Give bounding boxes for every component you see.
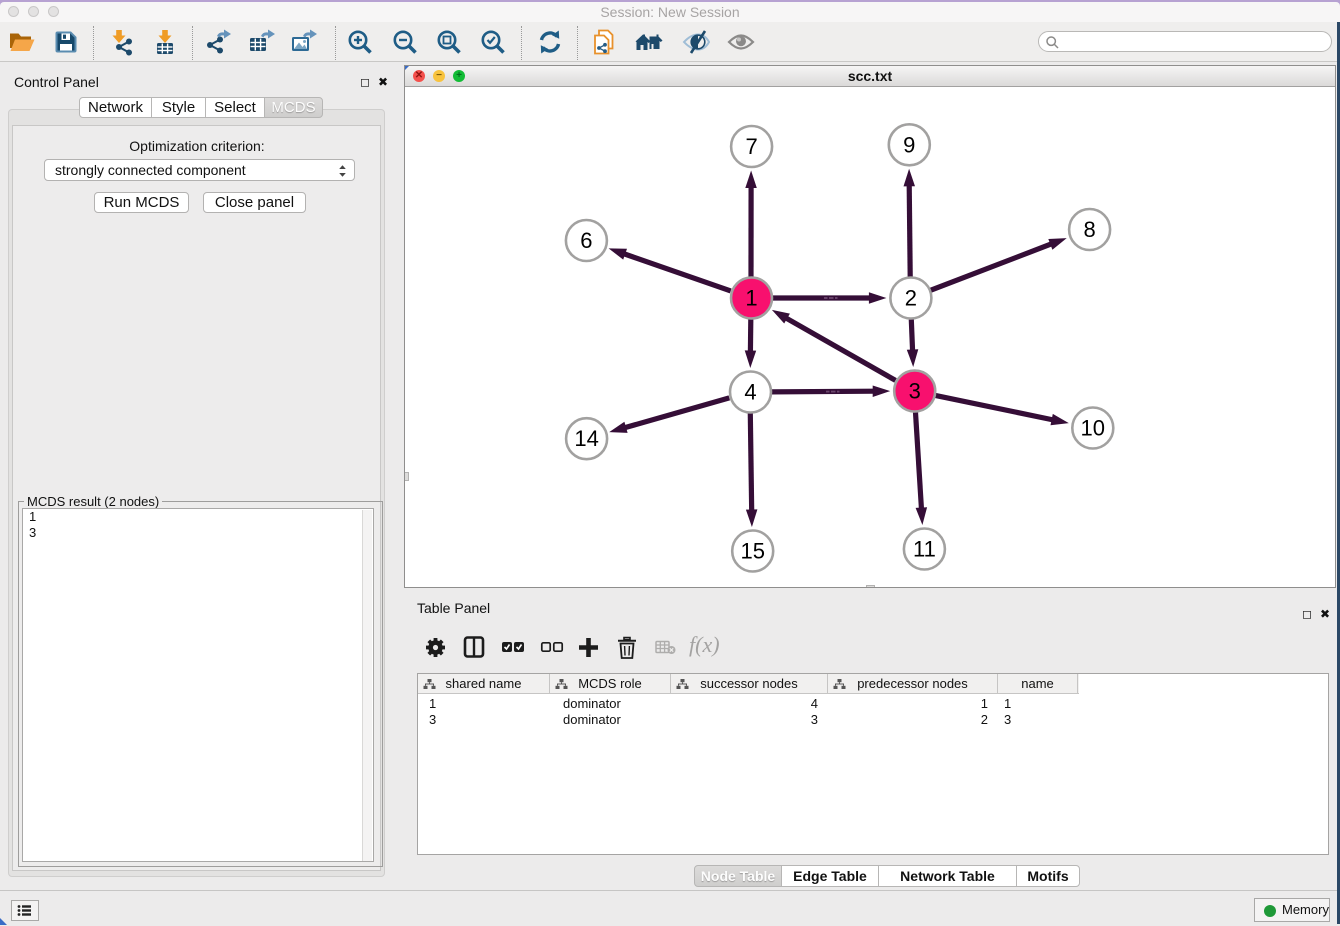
svg-text:2: 2 — [905, 286, 917, 311]
svg-text:8: 8 — [1083, 217, 1095, 242]
svg-text:6: 6 — [580, 228, 592, 253]
svg-text:11: 11 — [913, 537, 936, 562]
svg-text:15: 15 — [740, 539, 764, 564]
svg-text:10: 10 — [1081, 416, 1105, 441]
svg-text:4: 4 — [744, 380, 756, 405]
svg-text:9: 9 — [903, 132, 915, 157]
svg-text:3: 3 — [909, 379, 921, 404]
svg-text:14: 14 — [574, 426, 598, 451]
svg-text:1: 1 — [745, 286, 757, 311]
svg-text:7: 7 — [745, 134, 757, 159]
